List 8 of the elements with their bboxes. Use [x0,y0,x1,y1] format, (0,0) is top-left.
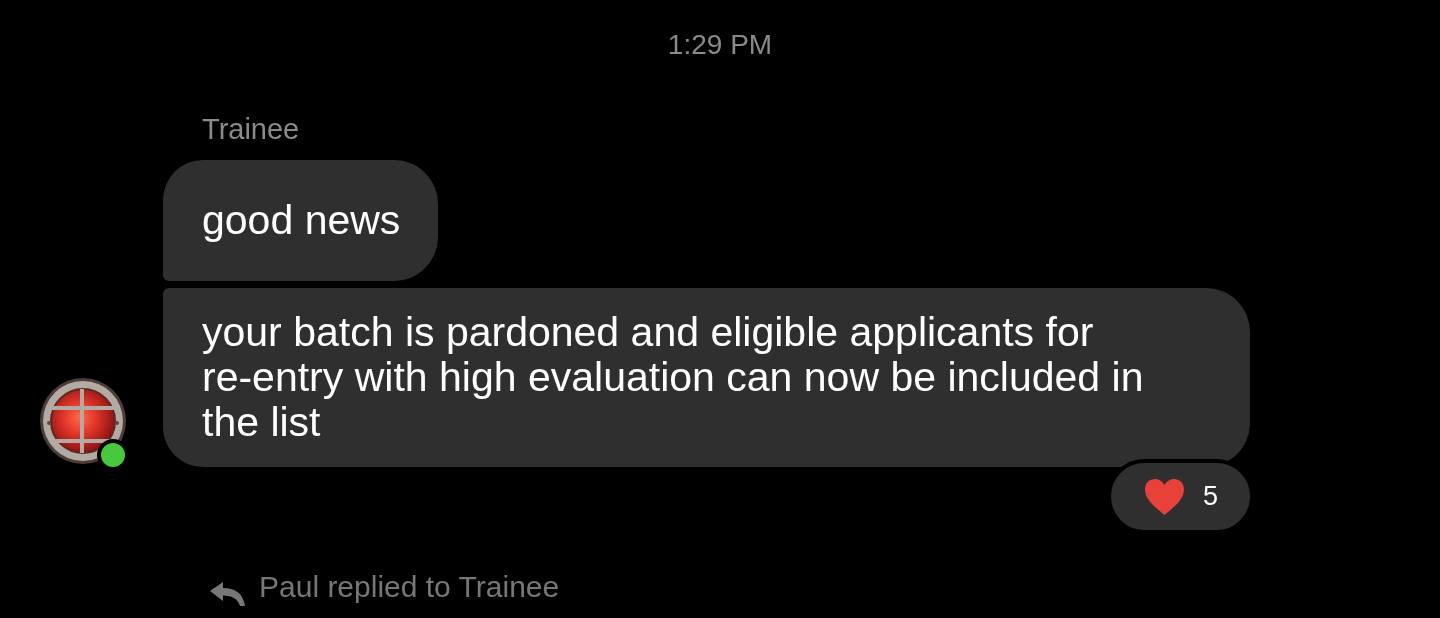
reply-arrow-icon [210,582,245,606]
message-bubble: your batch is pardoned and eligible applicants for re-entry with high evaluation can now be included in the list [163,288,1250,467]
lamp-avatar-icon [39,377,127,465]
reply-notice: Paul replied to Trainee [259,569,560,605]
message-timestamp: 1:29 PM [667,30,773,60]
heart-icon [1143,477,1185,516]
sender-name: Trainee [202,114,300,144]
message-bubble: good news [163,160,439,281]
